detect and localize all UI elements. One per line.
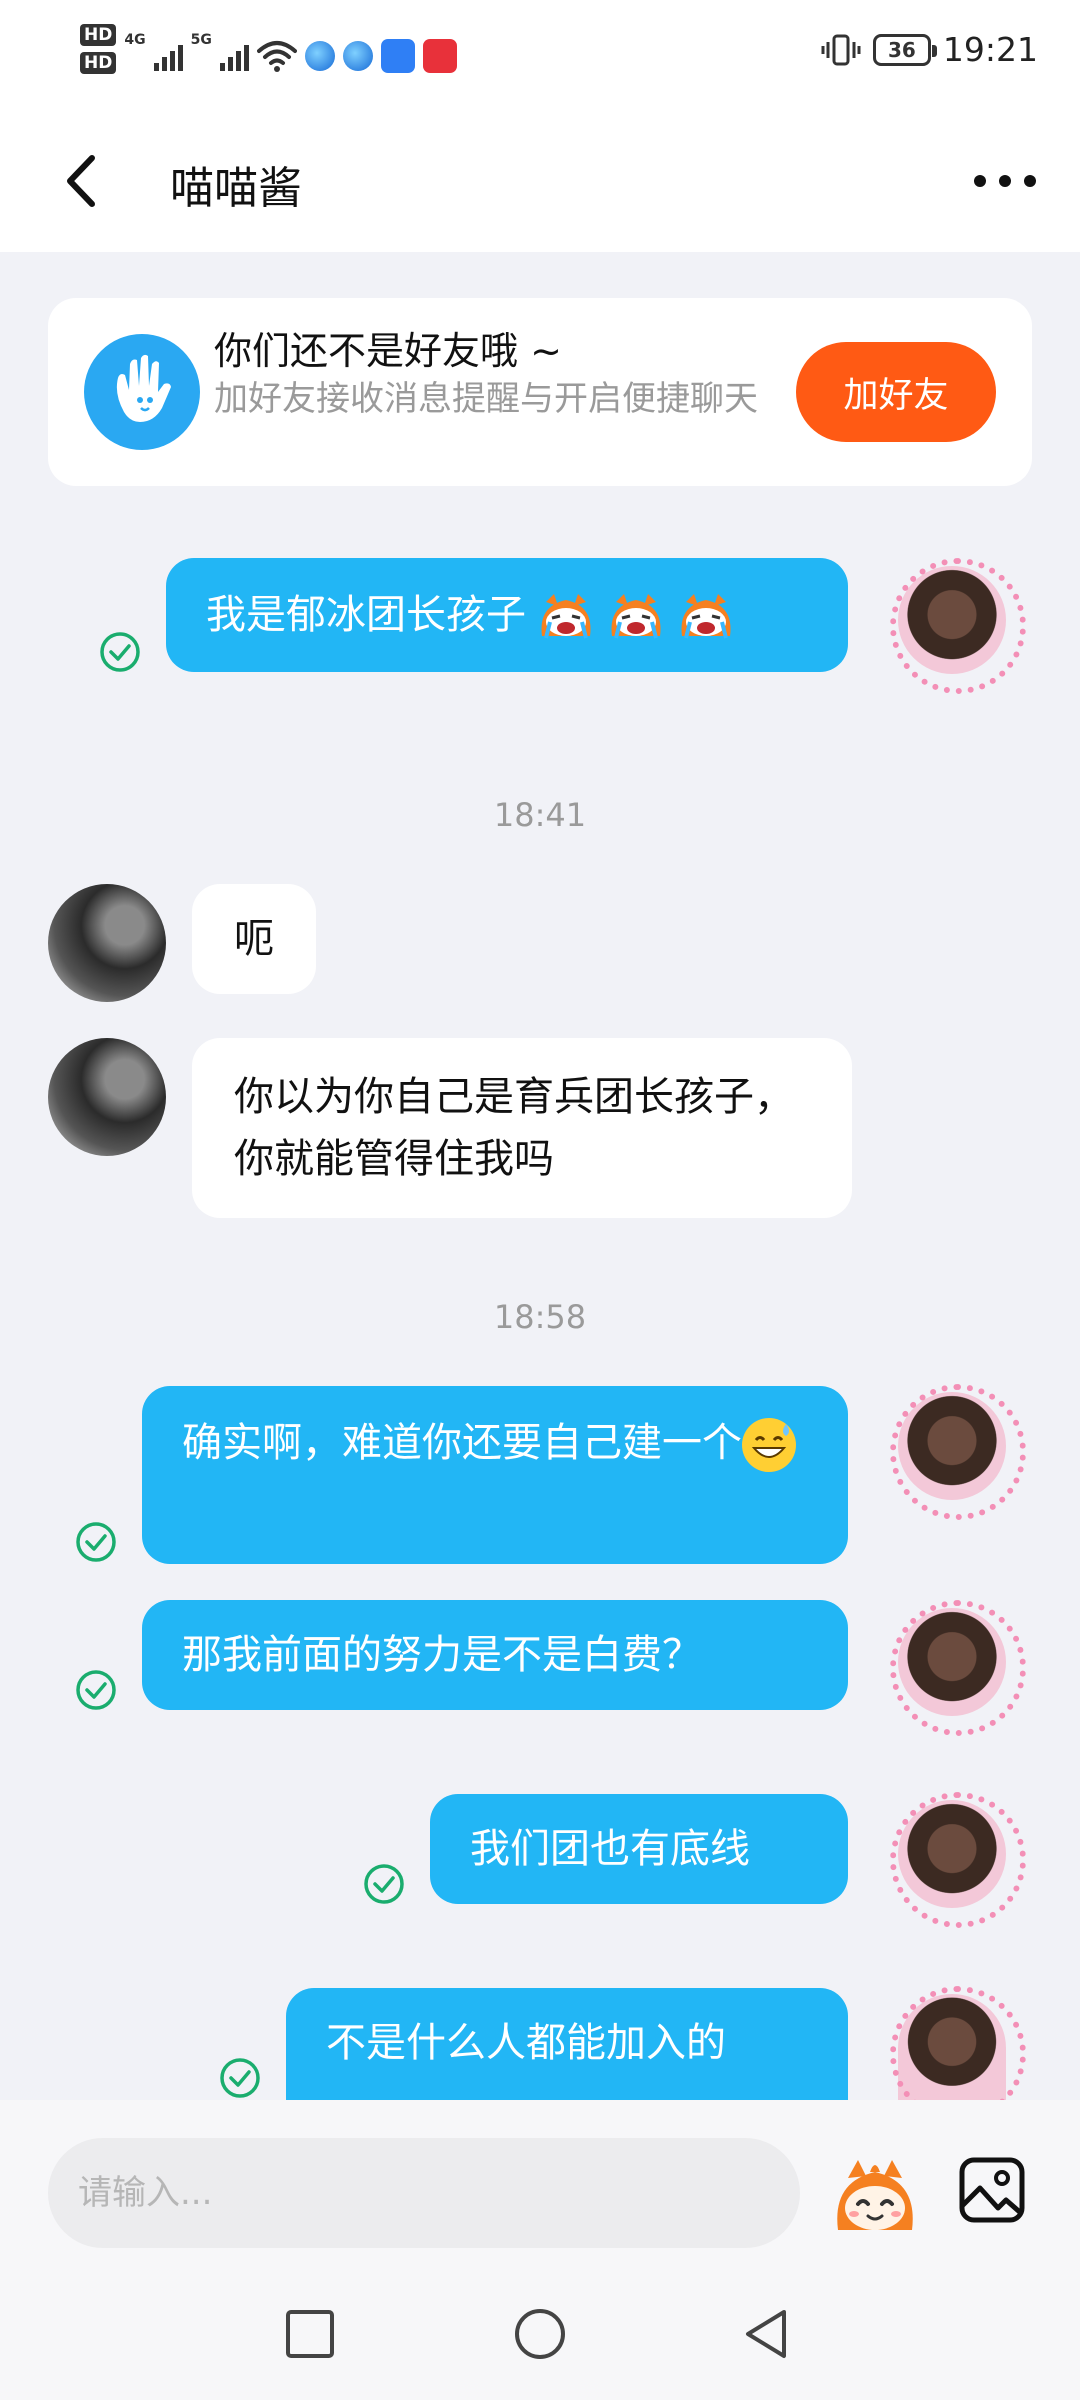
crying-emoji-icon [611, 594, 661, 639]
sweat-smile-emoji-icon [742, 1418, 796, 1472]
input-bar [0, 2100, 1080, 2284]
wave-hand-icon [84, 334, 200, 450]
more-dots-icon[interactable] [970, 164, 1040, 198]
browser-app-icon [304, 41, 335, 71]
message-bubble-outgoing[interactable]: 我们团也有底线 [430, 1794, 848, 1904]
message-text: 我是郁冰团长孩子 [206, 592, 526, 638]
nav-back-button[interactable] [740, 2306, 796, 2362]
chat-title: 喵喵酱 [170, 163, 302, 214]
avatar[interactable] [890, 1986, 1026, 2122]
emoji-face-icon[interactable] [830, 2152, 920, 2238]
clock: 19:21 [942, 30, 1038, 69]
signal-icon [219, 41, 249, 71]
message-bubble-outgoing[interactable]: 那我前面的努力是不是白费？ [142, 1600, 848, 1710]
not-friend-subtitle: 加好友接收消息提醒与开启便捷聊天 [214, 379, 758, 419]
app-store-icon [380, 39, 415, 73]
message-bubble-incoming[interactable]: 你以为你自己是育兵团长孩子，你就能管得住我吗 [192, 1038, 852, 1218]
status-left: HD HD 4G 5G [80, 24, 457, 74]
crying-emoji-icon [541, 594, 591, 639]
read-check-icon [100, 632, 140, 672]
read-check-icon [76, 1522, 116, 1562]
read-check-icon [76, 1670, 116, 1710]
avatar[interactable] [890, 558, 1026, 694]
not-friend-card: 你们还不是好友哦 ~ 加好友接收消息提醒与开启便捷聊天 加好友 [48, 298, 1032, 486]
status-bar: HD HD 4G 5G 36 19:21 [0, 0, 1080, 110]
avatar[interactable] [48, 1038, 166, 1156]
signal-icon [153, 41, 183, 71]
message-text: 确实啊，难道你还要自己建一个 [182, 1420, 742, 1466]
huawei-app-icon [422, 39, 457, 73]
message-bubble-outgoing[interactable]: 确实啊，难道你还要自己建一个 [142, 1386, 848, 1564]
recent-apps-button[interactable] [282, 2306, 338, 2362]
system-nav-bar [0, 2284, 1080, 2400]
timestamp: 18:41 [493, 796, 587, 834]
avatar[interactable] [890, 1792, 1026, 1928]
network-type-5g: 5G [190, 32, 212, 48]
message-text: 你以为你自己是育兵团长孩子，你就能管得住我吗 [234, 1074, 794, 1182]
avatar[interactable] [890, 1600, 1026, 1736]
image-icon[interactable] [958, 2156, 1026, 2224]
add-friend-button[interactable]: 加好友 [796, 342, 996, 442]
timestamp: 18:58 [493, 1298, 587, 1336]
message-bubble-outgoing[interactable]: 不是什么人都能加入的 [286, 1988, 848, 2100]
read-check-icon [364, 1864, 404, 1904]
hd-icon: HD [80, 24, 117, 46]
crying-emoji-icon [681, 594, 731, 639]
read-check-icon [220, 2058, 260, 2098]
message-bubble-incoming[interactable]: 呃 [192, 884, 316, 994]
wifi-icon [256, 41, 297, 72]
status-right: 36 19:21 [821, 30, 1038, 69]
battery-indicator: 36 [872, 33, 937, 66]
not-friend-title: 你们还不是好友哦 ~ [214, 329, 562, 373]
network-type-4g: 4G [124, 32, 146, 48]
hd-icon: HD [80, 52, 117, 74]
back-button[interactable] [58, 150, 108, 212]
message-bubble-outgoing[interactable]: 我是郁冰团长孩子 [166, 558, 848, 672]
avatar[interactable] [48, 884, 166, 1002]
browser-app-icon [342, 41, 373, 71]
message-text: 我们团也有底线 [470, 1826, 750, 1872]
hd-indicators: HD HD [80, 24, 117, 74]
chat-header: 喵喵酱 [0, 110, 1080, 252]
home-button[interactable] [512, 2306, 568, 2362]
message-text: 那我前面的努力是不是白费？ [182, 1632, 702, 1678]
message-input[interactable] [48, 2138, 800, 2248]
vibrate-icon [821, 34, 861, 65]
message-text: 不是什么人都能加入的 [326, 2020, 726, 2066]
message-text: 呃 [234, 916, 274, 962]
avatar[interactable] [890, 1384, 1026, 1520]
